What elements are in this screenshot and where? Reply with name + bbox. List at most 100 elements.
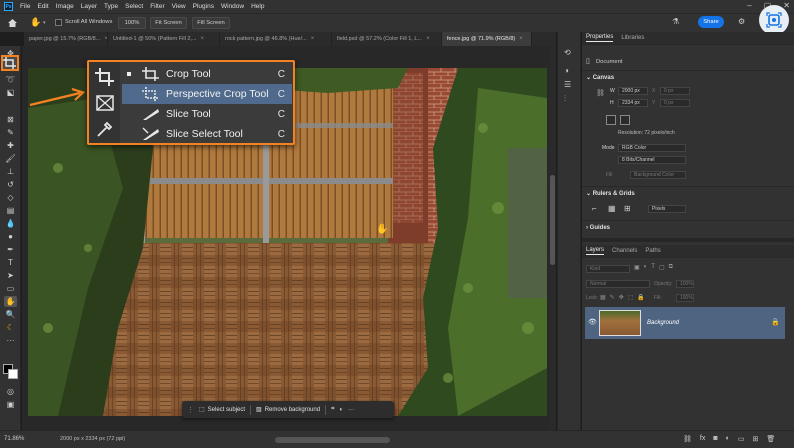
crop-icon[interactable]: [91, 64, 119, 89]
object-select-tool-icon[interactable]: ⬕: [4, 87, 17, 98]
eraser-tool-icon[interactable]: ◇: [4, 192, 17, 203]
close-icon[interactable]: ×: [311, 36, 315, 42]
tab-libraries[interactable]: Libraries: [621, 35, 644, 41]
healing-brush-icon[interactable]: ✚: [4, 140, 17, 151]
layer-row[interactable]: 👁 Background 🔒: [585, 307, 785, 339]
eyedropper-tool-icon[interactable]: ✎: [4, 127, 17, 138]
screen-capture-icon[interactable]: [759, 5, 789, 35]
hand-tool-icon[interactable]: ✋: [4, 296, 17, 307]
lasso-tool-icon[interactable]: ➰: [4, 74, 17, 85]
width-field[interactable]: 2000 px: [618, 87, 648, 95]
lock-position-icon[interactable]: ✥: [619, 294, 624, 301]
more-tools-icon[interactable]: ···: [4, 335, 17, 346]
pixel-filter-icon[interactable]: ▣: [634, 264, 640, 271]
type-filter-icon[interactable]: T: [651, 264, 655, 271]
background-color-swatch[interactable]: [8, 369, 18, 379]
x-field[interactable]: 0 px: [660, 87, 690, 95]
portrait-orientation-icon[interactable]: [606, 115, 616, 125]
tab-channels[interactable]: Channels: [612, 248, 637, 254]
kind-filter-select[interactable]: Kind: [586, 265, 630, 273]
close-icon[interactable]: ×: [519, 36, 523, 42]
hand-tool-icon[interactable]: ✋: [30, 17, 41, 28]
eye-icon[interactable]: 👁: [588, 318, 597, 326]
link-layers-icon[interactable]: ⛓: [683, 435, 692, 443]
tab-paper[interactable]: paper.jpg @ 15.7% (RGB/8... ×: [24, 32, 108, 46]
align-icon[interactable]: ⫶: [564, 94, 566, 104]
tab-rock-pattern[interactable]: rock pattern.jpg @ 46.8% (Hue/... ×: [220, 32, 332, 46]
properties-icon[interactable]: ☰: [564, 80, 571, 89]
crop-tool-item[interactable]: Crop Tool C: [122, 64, 292, 84]
link-icon[interactable]: ⛓: [596, 89, 605, 97]
close-icon[interactable]: ×: [201, 36, 205, 42]
tab-untitled-1[interactable]: Untitled-1 @ 50% (Pattern Fill 2,... ×: [108, 32, 220, 46]
eyedropper-icon[interactable]: [91, 116, 119, 141]
horizontal-scrollbar-thumb[interactable]: [275, 437, 390, 443]
dodge-tool-icon[interactable]: ●: [4, 231, 17, 242]
delete-layer-icon[interactable]: 🗑: [766, 435, 775, 443]
layer-name[interactable]: Background: [647, 320, 679, 326]
smart-filter-icon[interactable]: ⧉: [669, 264, 673, 271]
history-brush-icon[interactable]: ↺: [4, 179, 17, 190]
history-icon[interactable]: ⟲: [564, 48, 571, 57]
frame-icon[interactable]: [91, 90, 119, 115]
pen-tool-icon[interactable]: ✒: [4, 244, 17, 255]
slice-select-tool-item[interactable]: Slice Select Tool C: [122, 124, 292, 144]
zoom-100-button[interactable]: 100%: [118, 17, 146, 29]
zoom-tool-icon[interactable]: 🔍: [4, 309, 17, 320]
gear-icon[interactable]: ⚙: [738, 17, 745, 26]
rainbow-icon[interactable]: ☾: [4, 322, 17, 333]
zoom-level[interactable]: 71.86%: [4, 436, 24, 442]
chevron-right-icon[interactable]: ›: [120, 436, 122, 442]
chevron-down-icon[interactable]: ▾: [43, 20, 46, 26]
tab-field[interactable]: field.psd @ 57.2% (Color Fill 1, L... ×: [332, 32, 442, 46]
menu-window[interactable]: Window: [221, 3, 244, 10]
fill-field[interactable]: 100%: [676, 294, 694, 302]
menu-type[interactable]: Type: [104, 3, 118, 10]
shape-filter-icon[interactable]: ▢: [659, 264, 665, 271]
lock-pixels-icon[interactable]: ▦: [600, 294, 606, 301]
drag-handle-icon[interactable]: ⋮: [187, 406, 194, 414]
menu-plugins[interactable]: Plugins: [193, 3, 214, 10]
rectangle-tool-icon[interactable]: ▭: [4, 283, 17, 294]
new-layer-icon[interactable]: ⊞: [752, 435, 758, 443]
crop-tool-button[interactable]: [1, 55, 19, 71]
menu-filter[interactable]: Filter: [150, 3, 164, 10]
guides-section-title[interactable]: › Guides: [586, 225, 610, 231]
adjustments-icon[interactable]: ◑: [564, 66, 569, 75]
lock-artboard-icon[interactable]: ⬚: [628, 294, 634, 301]
landscape-orientation-icon[interactable]: [620, 115, 630, 125]
minimize-icon[interactable]: –: [747, 1, 751, 10]
menu-view[interactable]: View: [172, 3, 186, 10]
menu-help[interactable]: Help: [251, 3, 264, 10]
group-icon[interactable]: ▭: [738, 435, 745, 443]
clone-stamp-icon[interactable]: ⊥: [4, 166, 17, 177]
path-select-icon[interactable]: ➤: [4, 270, 17, 281]
scroll-all-checkbox[interactable]: [55, 19, 62, 26]
fx-icon[interactable]: fx: [700, 435, 705, 443]
opacity-field[interactable]: 100%: [676, 280, 694, 288]
grid-icon[interactable]: ▦: [608, 204, 616, 213]
menu-edit[interactable]: Edit: [37, 3, 48, 10]
remove-background-button[interactable]: ▨ Remove background: [256, 406, 320, 414]
frame-tool-icon[interactable]: ⊠: [4, 114, 17, 125]
brush-tool-icon[interactable]: 🖌: [4, 153, 17, 164]
pixel-grid-icon[interactable]: ⊞: [624, 204, 631, 213]
close-icon[interactable]: ×: [426, 36, 430, 42]
type-tool-icon[interactable]: T: [4, 257, 17, 268]
tab-layers[interactable]: Layers: [586, 247, 605, 255]
menu-layer[interactable]: Layer: [81, 3, 97, 10]
lock-all-icon[interactable]: 🔒: [637, 294, 644, 301]
adjustment-layer-icon[interactable]: ◐: [726, 435, 730, 443]
ruler-icon[interactable]: ⌐: [592, 204, 597, 213]
y-field[interactable]: 0 px: [660, 99, 690, 107]
fill-screen-button[interactable]: Fill Screen: [192, 17, 230, 29]
menu-select[interactable]: Select: [125, 3, 143, 10]
canvas-section-title[interactable]: ⌄ Canvas: [586, 74, 614, 81]
units-select[interactable]: Pixels: [648, 205, 686, 213]
blend-mode-select[interactable]: Normal: [586, 280, 650, 288]
screen-mode-icon[interactable]: ▣: [4, 399, 17, 410]
more-options-button[interactable]: ···: [348, 407, 354, 413]
fit-screen-button[interactable]: Fit Screen: [150, 17, 187, 29]
share-button[interactable]: Share: [698, 16, 724, 28]
adjustment-filter-icon[interactable]: ◐: [644, 264, 648, 271]
